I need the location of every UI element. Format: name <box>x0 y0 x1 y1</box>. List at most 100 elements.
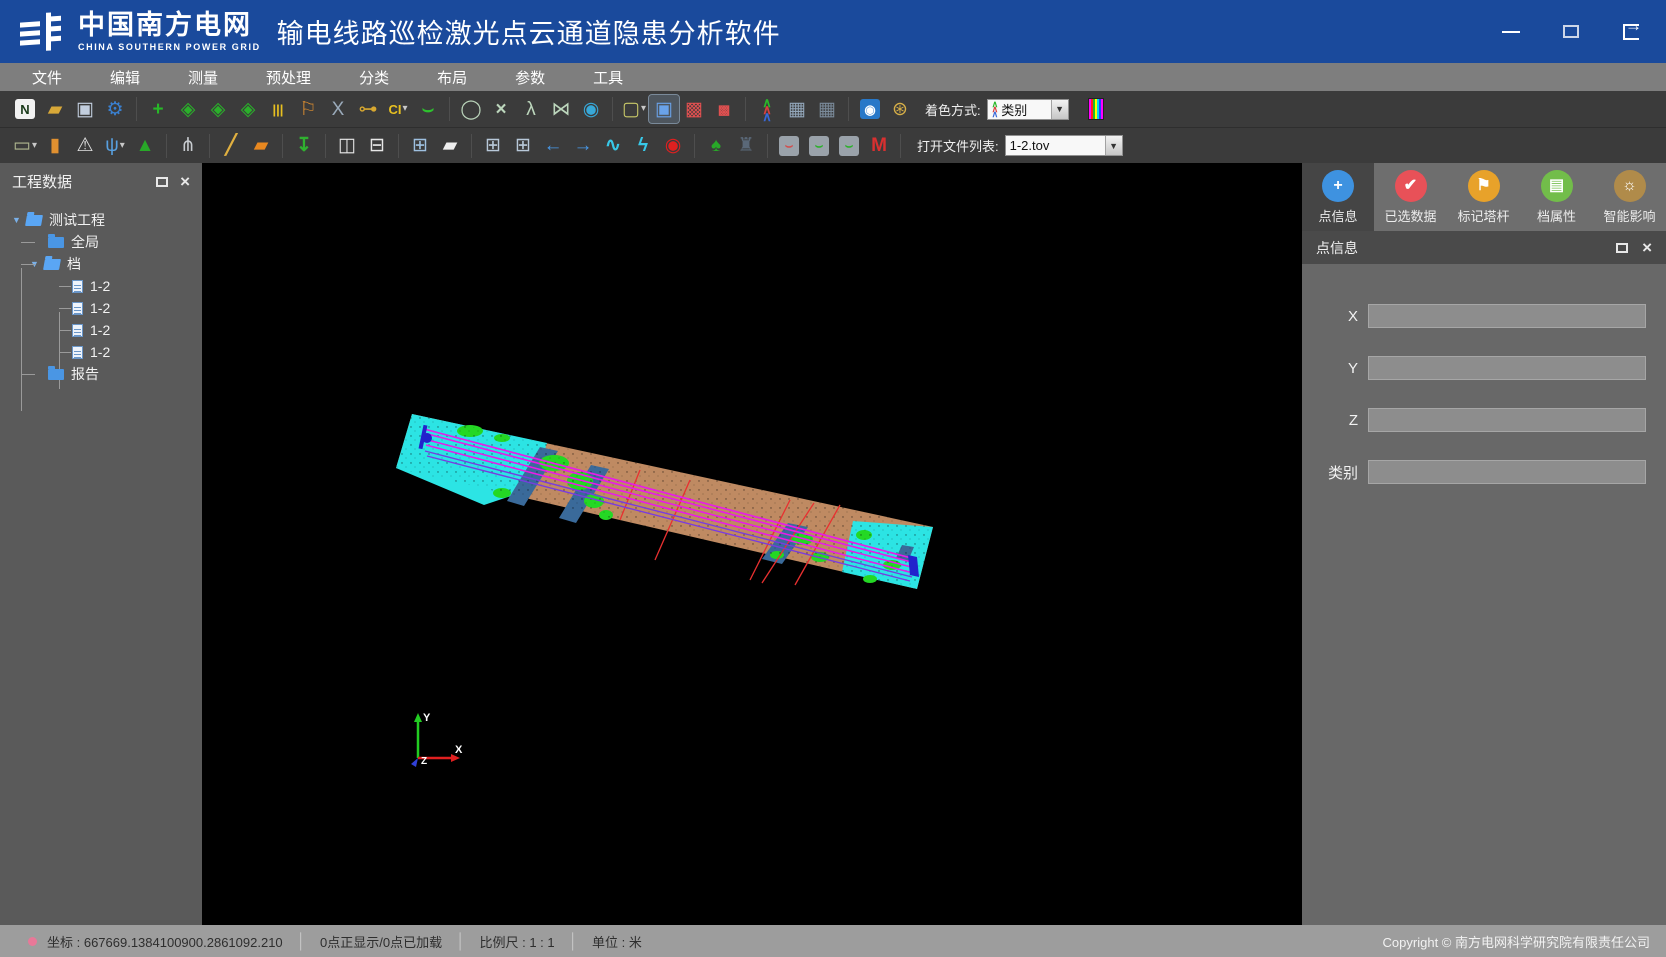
key-tool-icon[interactable]: ⊶ <box>353 95 383 123</box>
tree-icon[interactable]: ♠ <box>701 132 731 160</box>
new-file-icon[interactable]: N <box>10 95 40 123</box>
view-paste-icon[interactable]: ⊞ <box>508 132 538 160</box>
status-scale: 比例尺 : 1 : 1 <box>479 932 554 951</box>
tab-point-info[interactable]: +点信息 <box>1302 170 1374 225</box>
snap-mode-icon[interactable]: ▭▾ <box>10 132 40 160</box>
point-cloud-canvas[interactable]: Y X Z <box>202 163 1302 925</box>
section-flag-icon[interactable]: ⚐ <box>293 95 323 123</box>
tree-item-1-2[interactable]: 1-2 <box>0 319 202 341</box>
layer-stack-icon[interactable]: ∧∧∧ <box>752 95 782 123</box>
zigzag-icon[interactable]: ϟ <box>628 132 658 160</box>
split-horizontal-icon[interactable]: ⊟ <box>362 132 392 160</box>
point-cloud-strip[interactable] <box>396 414 933 589</box>
tree-item-1-2[interactable]: 1-2 <box>0 297 202 319</box>
select-rect-icon-glyph: ▢ <box>622 100 640 119</box>
marker-m-icon[interactable]: M <box>864 132 894 160</box>
file-list-select[interactable]: 1-2.tov ▼ <box>1005 135 1123 156</box>
polyline-icon[interactable]: ∿ <box>598 132 628 160</box>
ruler-vertical-icon[interactable]: ▮ <box>40 132 70 160</box>
span-curve-red-icon[interactable]: ⌣ <box>774 132 804 160</box>
tree-item-1-2[interactable]: 1-2 <box>0 275 202 297</box>
minimize-button[interactable] <box>1500 21 1522 43</box>
x-field-input[interactable] <box>1368 304 1646 328</box>
tree-item-档[interactable]: ▼档 <box>0 253 202 275</box>
menu-item[interactable]: 工具 <box>569 63 647 91</box>
viewport-3d[interactable]: Y X Z <box>202 163 1302 925</box>
prev-view-icon[interactable]: ← <box>538 132 568 160</box>
profile-lines-icon[interactable]: ||| <box>263 95 293 123</box>
classify-ci-icon[interactable]: CI▾ <box>383 95 413 123</box>
tree-item-1-2[interactable]: 1-2 <box>0 341 202 363</box>
hazard-analysis-icon[interactable]: ⚠ <box>70 132 100 160</box>
select-rect-icon[interactable]: ▢▾ <box>619 95 649 123</box>
swap-tool-icon[interactable]: ⋈ <box>546 95 576 123</box>
folder-open-icon[interactable]: ▰ <box>435 132 465 160</box>
measure-disabled-icon[interactable]: X <box>323 95 353 123</box>
tab-mark-tower[interactable]: ⚑标记塔杆 <box>1448 170 1520 225</box>
settings-gear-icon[interactable]: ⚙ <box>100 95 130 123</box>
menu-item[interactable]: 预处理 <box>242 63 335 91</box>
tower-icon[interactable]: ♜ <box>731 132 761 160</box>
y-field-label: Y <box>1302 360 1358 377</box>
project-data-panel: 工程数据 × ▼测试工程全局▼档1-21-21-21-2报告 <box>0 163 202 925</box>
menu-item[interactable]: 测量 <box>164 63 242 91</box>
y-field-input[interactable] <box>1368 356 1646 380</box>
menu-item[interactable]: 分类 <box>335 63 413 91</box>
snapshot-camera-icon[interactable]: ◉ <box>855 95 885 123</box>
exit-button[interactable]: → <box>1620 21 1642 43</box>
tab-smart-impact[interactable]: ☼智能影响 <box>1594 170 1666 225</box>
tree-item-测试工程[interactable]: ▼测试工程 <box>0 209 202 231</box>
maximize-button[interactable] <box>1560 21 1582 43</box>
next-view-icon[interactable]: → <box>568 132 598 160</box>
tree-item-全局[interactable]: 全局 <box>0 231 202 253</box>
deselect-points-icon[interactable]: ▩ <box>709 95 739 123</box>
coloring-mode-select[interactable]: ∧∧∧ 类别 ▼ <box>987 99 1069 120</box>
grid-cursor-icon[interactable]: ▦ <box>812 95 842 123</box>
save-icon[interactable]: ▣ <box>70 95 100 123</box>
delete-points-icon[interactable]: × <box>486 95 516 123</box>
panel-maximize-icon[interactable] <box>156 177 168 187</box>
view-copy-icon[interactable]: ⊞ <box>478 132 508 160</box>
network-nodes-icon[interactable]: ⋔ <box>173 132 203 160</box>
cross-section-y-icon[interactable]: ◈ <box>203 95 233 123</box>
cross-section-z-icon[interactable]: ◈ <box>233 95 263 123</box>
category-field-input[interactable] <box>1368 460 1646 484</box>
menu-item[interactable]: 布局 <box>413 63 491 91</box>
tree-item-报告[interactable]: 报告 <box>0 363 202 385</box>
select-box-active-icon[interactable]: ▣ <box>649 95 679 123</box>
location-pin-icon[interactable]: ◉ <box>658 132 688 160</box>
panel-maximize-icon[interactable] <box>1616 243 1628 253</box>
open-folder-icon[interactable]: ▰ <box>40 95 70 123</box>
tree-expander-icon[interactable]: ▼ <box>30 259 44 269</box>
grid-delete-icon[interactable]: ▦ <box>782 95 812 123</box>
ruler-diagonal-icon[interactable]: ▰ <box>246 132 276 160</box>
panel-close-icon[interactable]: × <box>180 173 190 190</box>
tree-expander-icon[interactable]: ▼ <box>12 215 26 225</box>
ground-extract-icon[interactable]: ▲ <box>130 132 160 160</box>
menu-item[interactable]: 编辑 <box>86 63 164 91</box>
z-field-input[interactable] <box>1368 408 1646 432</box>
windows-cascade-icon[interactable]: ⊞ <box>405 132 435 160</box>
move-tool-icon[interactable]: + <box>143 95 173 123</box>
palette-icon[interactable]: ⊛ <box>885 95 915 123</box>
split-vertical-icon[interactable]: ◫ <box>332 132 362 160</box>
vector-branch-icon[interactable]: ψ▾ <box>100 132 130 160</box>
tab-span-attr[interactable]: ▤档属性 <box>1521 170 1593 225</box>
tab-selected-data[interactable]: ✔已选数据 <box>1375 170 1447 225</box>
axis-x-label: X <box>455 744 463 756</box>
span-curve-green-icon[interactable]: ⌣ <box>834 132 864 160</box>
select-points-icon[interactable]: ▩ <box>679 95 709 123</box>
menu-item[interactable]: 参数 <box>491 63 569 91</box>
pick-tool-icon[interactable]: λ <box>516 95 546 123</box>
span-curve-mixed-icon[interactable]: ⌣ <box>804 132 834 160</box>
catenary-tool-icon[interactable]: ⌣ <box>413 95 443 123</box>
visibility-eye-icon[interactable]: ◉ <box>576 95 606 123</box>
rainbow-legend-icon[interactable] <box>1081 95 1111 123</box>
cross-section-x-icon[interactable]: ◈ <box>173 95 203 123</box>
drop-line-icon[interactable]: ↧ <box>289 132 319 160</box>
menu-item[interactable]: 文件 <box>8 63 86 91</box>
info-panel: +点信息 ✔已选数据⚑标记塔杆▤档属性☼智能影响 点信息 × XYZ类别 <box>1302 163 1666 925</box>
clean-broom-icon[interactable]: ╱ <box>216 132 246 160</box>
rotate-tool-icon[interactable]: ◯ <box>456 95 486 123</box>
panel-close-icon[interactable]: × <box>1642 239 1652 256</box>
